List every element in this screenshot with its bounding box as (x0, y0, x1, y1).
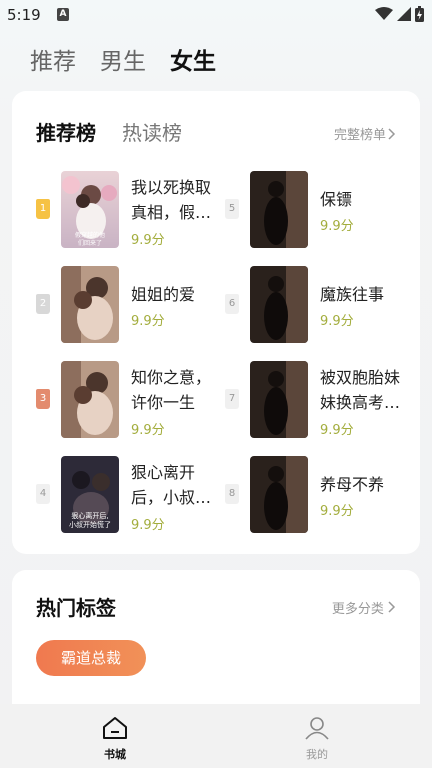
status-bar: 5:19 A (0, 0, 432, 30)
book-title: 养母不养 (320, 475, 385, 494)
book-cover (250, 171, 308, 248)
tab-recommend-rank[interactable]: 推荐榜 (36, 117, 96, 146)
book-item[interactable]: 3 知你之意，许你一生 9.9分 (36, 361, 216, 439)
hot-tags-card: 热门标签 更多分类 霸道总裁 (12, 570, 420, 720)
book-item[interactable]: 5 保镖 9.9分 (225, 171, 405, 249)
book-score: 9.9分 (131, 423, 165, 438)
status-time: 5:19 (7, 6, 41, 24)
book-title: 保镖 (320, 190, 353, 209)
full-ranking-label: 完整榜单 (333, 128, 386, 143)
bottom-nav: 书城 我的 (0, 704, 432, 768)
more-categories-label: 更多分类 (331, 602, 384, 617)
book-title: 我以死换取真相，假… (131, 178, 212, 222)
ranking-tabs: 推荐榜 热读榜 (36, 117, 182, 146)
book-score: 9.9分 (320, 219, 354, 234)
hot-tags-title: 热门标签 (36, 596, 116, 620)
rank-badge: 6 (225, 294, 239, 314)
battery-icon (415, 6, 424, 22)
rank-badge: 3 (36, 389, 50, 409)
rank-badge: 8 (225, 484, 239, 504)
book-cover: 狠心离开后, 小叔开始慌了 (61, 456, 119, 533)
app-notification-icon: A (57, 8, 69, 21)
book-title: 姐姐的爱 (131, 285, 196, 304)
book-cover (250, 266, 308, 343)
book-cover (61, 361, 119, 438)
book-score: 9.9分 (131, 314, 165, 329)
nav-bookstore[interactable]: 书城 (85, 716, 145, 762)
nav-profile[interactable]: 我的 (287, 716, 347, 762)
book-title: 狠心离开后，小叔… (131, 463, 212, 507)
status-icons (375, 6, 424, 22)
svg-text:小叔开始慌了: 小叔开始慌了 (69, 520, 111, 529)
rank-badge: 2 (36, 294, 50, 314)
rank-badge: 4 (36, 484, 50, 504)
book-title: 被双胞胎妹妹换高考… (320, 368, 401, 412)
book-item[interactable]: 2 姐姐的爱 9.9分 (36, 266, 216, 344)
wifi-icon (375, 7, 393, 20)
nav-profile-label: 我的 (306, 748, 328, 761)
tab-recommend[interactable]: 推荐 (30, 42, 76, 76)
book-cover (250, 456, 308, 533)
book-cover (61, 266, 119, 343)
book-item[interactable]: 6 魔族往事 9.9分 (225, 266, 405, 344)
nav-bookstore-label: 书城 (104, 748, 126, 761)
book-item[interactable]: 1 假穿越的他 们回来了 我以死换取真相，假… 9.9分 (36, 171, 216, 249)
category-tabs: 推荐 男生 女生 (30, 42, 216, 76)
user-icon (305, 717, 329, 740)
svg-text:狠心离开后,: 狠心离开后, (71, 511, 108, 520)
book-score: 9.9分 (320, 314, 354, 329)
book-score: 9.9分 (320, 504, 354, 519)
book-item[interactable]: 7 被双胞胎妹妹换高考… 9.9分 (225, 361, 405, 439)
tab-hot-rank[interactable]: 热读榜 (122, 117, 182, 146)
svg-text:们回来了: 们回来了 (78, 239, 102, 247)
tag-chip[interactable]: 霸道总裁 (36, 640, 146, 676)
book-cover: 假穿越的他 们回来了 (61, 171, 119, 248)
book-score: 9.9分 (131, 233, 165, 248)
full-ranking-link[interactable]: 完整榜单 (334, 124, 396, 143)
rank-badge: 7 (225, 389, 239, 409)
ranking-card: 推荐榜 热读榜 完整榜单 1 假穿越的他 们回来了 我以死换取真相，假… 9.9… (12, 91, 420, 554)
more-categories-link[interactable]: 更多分类 (332, 598, 396, 617)
rank-badge: 1 (36, 199, 50, 219)
svg-text:假穿越的他: 假穿越的他 (75, 231, 105, 239)
tab-female[interactable]: 女生 (170, 42, 216, 76)
signal-icon (397, 7, 411, 21)
book-item[interactable]: 4 狠心离开后, 小叔开始慌了 狠心离开后，小叔… 9.9分 (36, 456, 216, 534)
chevron-right-icon (388, 601, 396, 613)
book-title: 知你之意，许你一生 (131, 368, 212, 412)
book-score: 9.9分 (320, 423, 354, 438)
book-item[interactable]: 8 养母不养 9.9分 (225, 456, 405, 534)
book-score: 9.9分 (131, 518, 165, 533)
rank-badge: 5 (225, 199, 239, 219)
chevron-right-icon (388, 127, 396, 140)
tab-male[interactable]: 男生 (100, 42, 146, 76)
book-cover (250, 361, 308, 438)
book-title: 魔族往事 (320, 285, 385, 304)
home-icon (103, 717, 127, 739)
